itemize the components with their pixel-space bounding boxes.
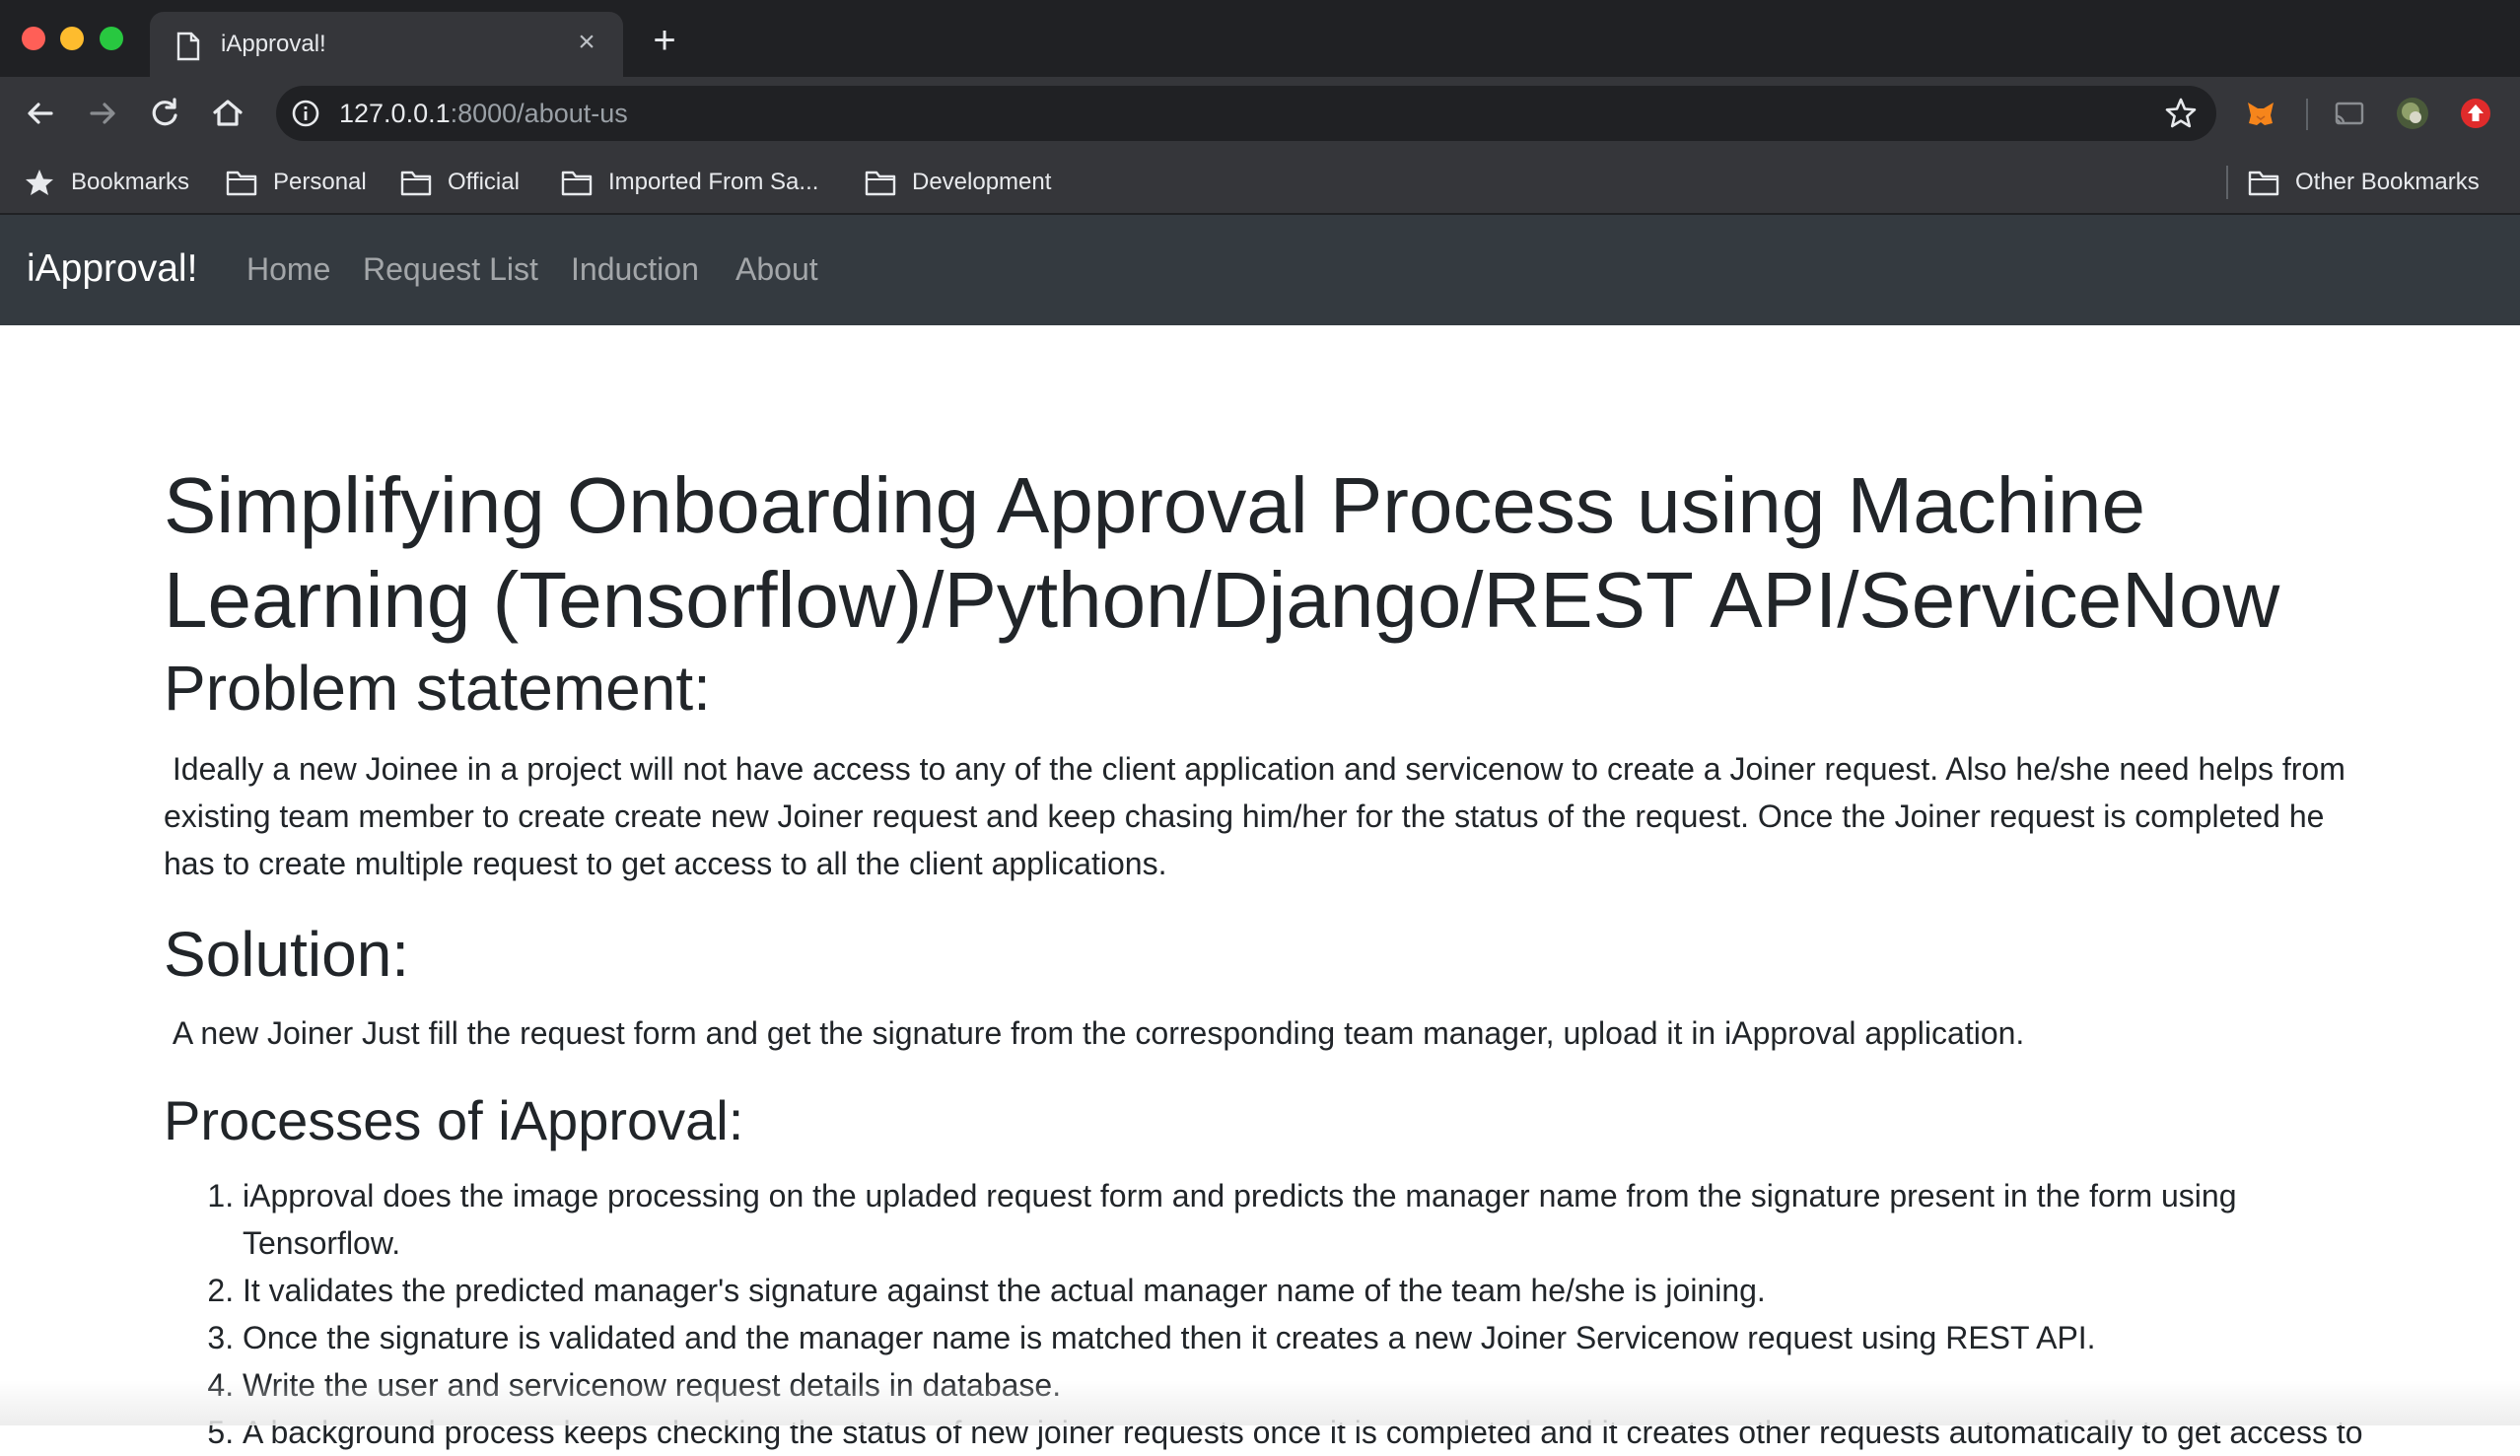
metamask-fox-icon[interactable] <box>2244 97 2277 130</box>
solution-text-body: A new Joiner Just fill the request form … <box>172 1015 2025 1051</box>
bookmark-item-bookmarks[interactable]: Bookmarks <box>24 165 189 200</box>
home-icon[interactable] <box>207 93 248 134</box>
folder-icon <box>400 171 432 196</box>
browser-toolbar: 127.0.0.1:8000/about-us <box>0 77 2520 150</box>
nav-link-induction[interactable]: Induction <box>571 248 699 290</box>
forward-arrow-icon[interactable] <box>82 93 123 134</box>
bookmark-folder-imported[interactable]: Imported From Sa... <box>561 165 818 200</box>
bookmark-folder-personal[interactable]: Personal <box>226 165 367 200</box>
page-icon <box>175 32 201 61</box>
bookmark-label: Other Bookmarks <box>2295 169 2480 195</box>
bookmark-folder-other[interactable]: Other Bookmarks <box>2248 165 2480 200</box>
back-arrow-icon[interactable] <box>20 93 61 134</box>
bookmark-label: Imported From Sa... <box>608 169 819 195</box>
window-close-button[interactable] <box>22 27 45 50</box>
navbar-brand[interactable]: iApproval! <box>27 246 197 292</box>
toolbar-separator <box>2306 99 2308 130</box>
list-item: iApproval does the image processing on t… <box>243 1172 2372 1267</box>
url-path: :8000/about-us <box>450 99 628 128</box>
bookmarks-bar: Bookmarks Personal Official Imported Fro… <box>0 150 2520 215</box>
bookmark-label: Personal <box>273 169 367 195</box>
tab-close-icon[interactable]: × <box>572 28 601 57</box>
window-bottom-shadow <box>0 1380 2520 1425</box>
problem-text-body: Ideally a new Joinee in a project will n… <box>164 751 2345 881</box>
list-item: It validates the predicted manager's sig… <box>243 1267 2372 1314</box>
window-minimize-button[interactable] <box>60 27 84 50</box>
solution-text: A new Joiner Just fill the request form … <box>164 1009 2352 1057</box>
extension-upload-icon[interactable] <box>2459 97 2492 130</box>
nav-link-request-list[interactable]: Request List <box>363 248 538 290</box>
site-info-icon[interactable] <box>290 98 321 129</box>
bookmark-label: Official <box>448 169 520 195</box>
site-navbar: iApproval! Home Request List Induction A… <box>0 215 2520 325</box>
problem-text: Ideally a new Joinee in a project will n… <box>164 745 2352 887</box>
problem-heading: Problem statement: <box>164 653 711 724</box>
address-bar[interactable]: 127.0.0.1:8000/about-us <box>276 86 2216 141</box>
nav-link-about[interactable]: About <box>735 248 818 290</box>
url-text: 127.0.0.1:8000/about-us <box>339 99 628 128</box>
browser-tab-strip: iApproval! × + <box>0 0 2520 77</box>
reload-icon[interactable] <box>144 93 185 134</box>
cast-icon[interactable] <box>2333 97 2366 130</box>
folder-icon <box>561 171 593 196</box>
bookmark-label: Development <box>912 169 1052 195</box>
bookmark-star-icon[interactable] <box>2163 96 2199 131</box>
profile-avatar-icon[interactable] <box>2396 97 2429 130</box>
bookmark-folder-official[interactable]: Official <box>400 165 520 200</box>
browser-tab-active[interactable]: iApproval! × <box>150 12 623 77</box>
processes-heading: Processes of iApproval: <box>164 1089 744 1151</box>
page-title: Simplifying Onboarding Approval Process … <box>164 461 2280 644</box>
solution-heading: Solution: <box>164 919 410 990</box>
nav-link-home[interactable]: Home <box>246 248 330 290</box>
new-tab-button[interactable]: + <box>647 21 682 60</box>
about-content: Simplifying Onboarding Approval Process … <box>164 325 2372 1450</box>
folder-icon <box>865 171 896 196</box>
tab-title: iApproval! <box>221 31 326 57</box>
url-host: 127.0.0.1 <box>339 99 451 128</box>
list-item: Once the signature is validated and the … <box>243 1314 2372 1361</box>
bookmark-folder-development[interactable]: Development <box>865 165 1051 200</box>
folder-icon <box>226 171 257 196</box>
star-icon <box>26 170 53 195</box>
bookmark-label: Bookmarks <box>71 169 190 195</box>
bookmarks-separator <box>2226 166 2228 199</box>
window-zoom-button[interactable] <box>100 27 123 50</box>
folder-icon <box>2248 171 2279 196</box>
